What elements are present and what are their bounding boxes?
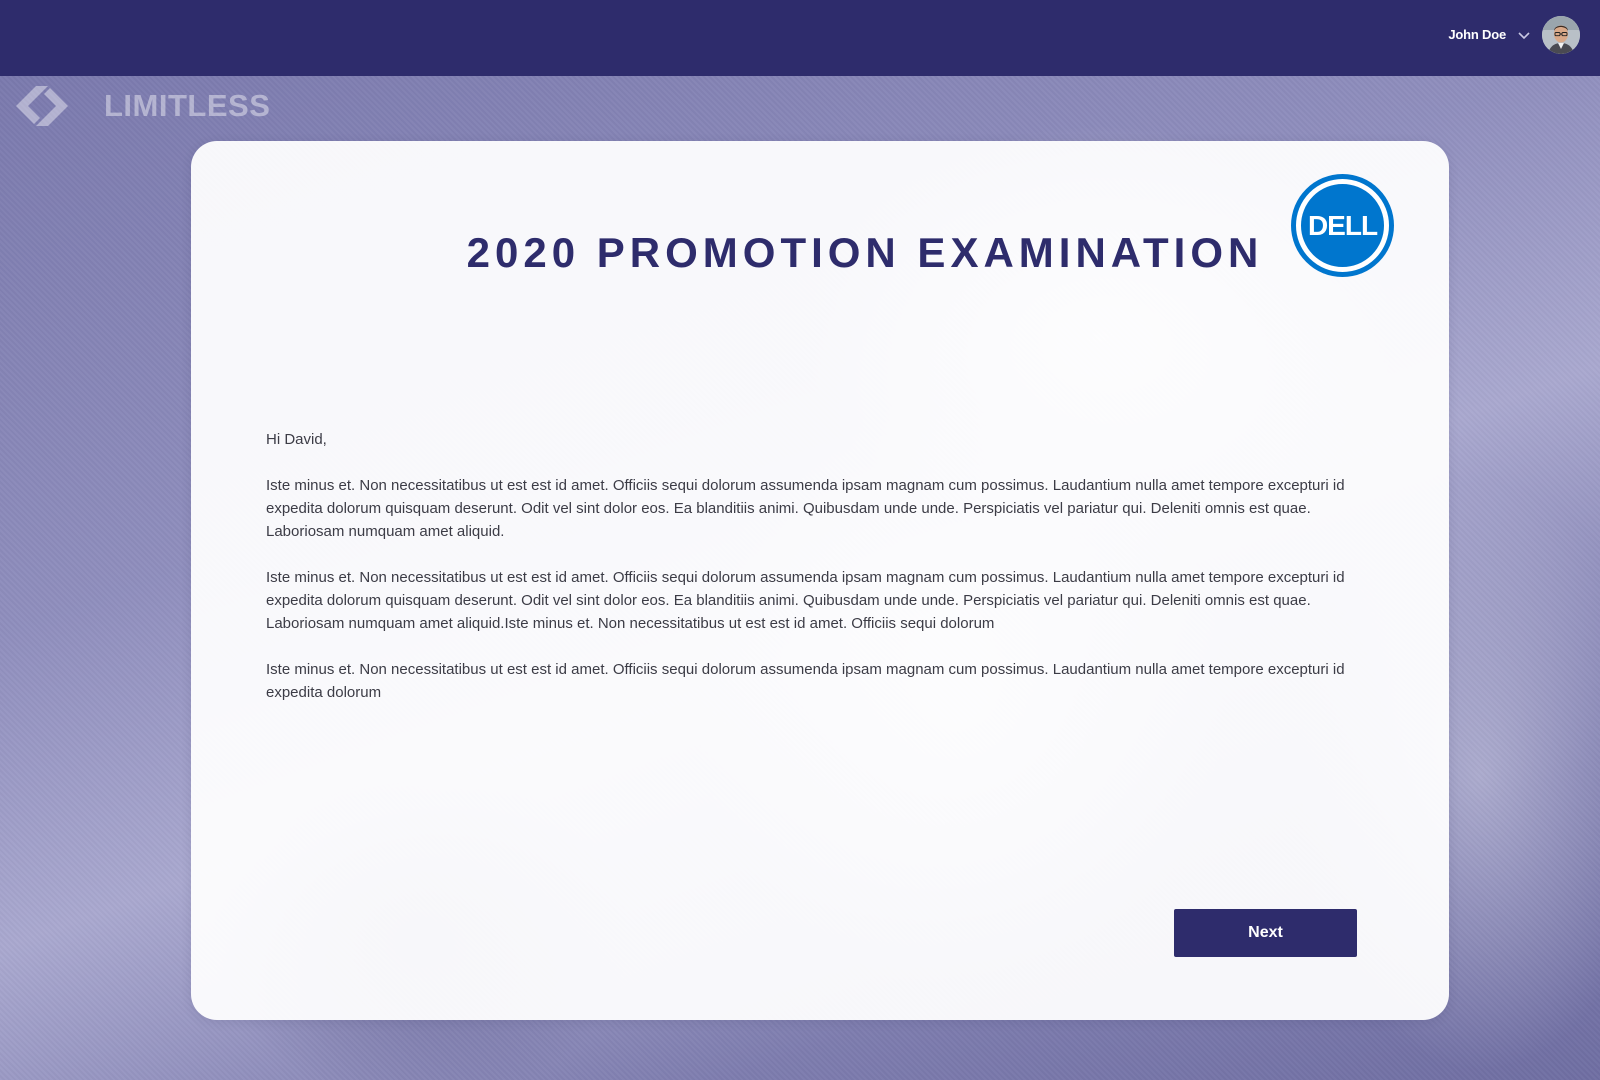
limitless-logo-icon: [14, 84, 70, 128]
avatar[interactable]: [1542, 16, 1580, 54]
user-name[interactable]: John Doe: [1448, 27, 1506, 42]
dell-logo-icon: DELL: [1291, 174, 1394, 277]
paragraph-3: Iste minus et. Non necessitatibus ut est…: [266, 661, 1345, 701]
message-body: Hi David, Iste minus et. Non necessitati…: [266, 428, 1356, 727]
next-button[interactable]: Next: [1174, 909, 1357, 957]
brand-name: LIMITLESS: [104, 88, 271, 123]
exam-card: 2020 PROMOTION EXAMINATION DELL Hi David…: [191, 141, 1449, 1020]
brand[interactable]: LIMITLESS: [14, 84, 270, 128]
svg-text:DELL: DELL: [1308, 210, 1378, 241]
paragraph-2: Iste minus et. Non necessitatibus ut est…: [266, 569, 1345, 632]
top-bar: John Doe: [0, 0, 1600, 76]
chevron-down-icon[interactable]: [1516, 28, 1532, 44]
paragraph-1: Iste minus et. Non necessitatibus ut est…: [266, 477, 1345, 540]
greeting: Hi David,: [266, 431, 327, 448]
page-title: 2020 PROMOTION EXAMINATION: [466, 229, 1264, 276]
